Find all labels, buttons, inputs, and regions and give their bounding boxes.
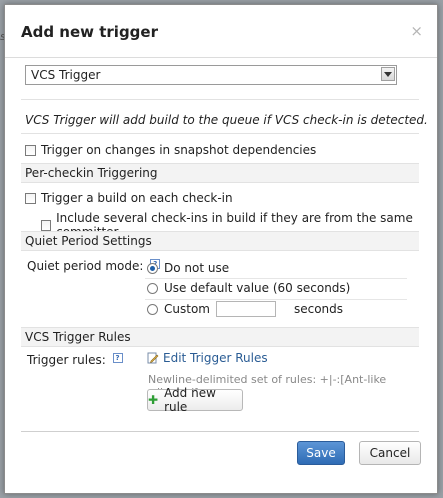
trigger-rules-label-group: Trigger rules: ? [27,353,123,367]
quiet-period-section-header: Quiet Period Settings [21,231,419,251]
dialog-title: Add new trigger [21,23,158,41]
default-radio[interactable] [147,282,158,294]
dialog-header: Add new trigger × [5,5,437,58]
edit-trigger-rules-link[interactable]: Edit Trigger Rules [147,351,268,365]
add-new-rule-label: Add new rule [164,386,216,414]
quiet-mode-label: Quiet period mode: [27,259,144,273]
custom-seconds-input[interactable] [215,301,276,317]
divider [21,99,419,100]
quiet-option-custom[interactable]: Custom seconds [147,301,343,317]
seconds-label: seconds [293,302,344,316]
custom-radio[interactable] [147,303,158,315]
trigger-rules-label: Trigger rules: [27,353,106,367]
snapshot-deps-row[interactable]: Trigger on changes in snapshot dependenc… [25,143,316,157]
rules-section-header: VCS Trigger Rules [21,327,419,347]
each-checkin-label: Trigger a build on each check-in [41,191,233,205]
divider [145,299,407,300]
trigger-description: VCS Trigger will add build to the queue … [25,113,428,127]
snapshot-deps-checkbox[interactable] [25,144,36,156]
trigger-type-selected: VCS Trigger [31,68,101,82]
each-checkin-row[interactable]: Trigger a build on each check-in [25,191,233,205]
snapshot-deps-label: Trigger on changes in snapshot dependenc… [41,143,317,157]
edit-trigger-rules-label: Edit Trigger Rules [163,351,268,365]
default-label: Use default value (60 seconds) [164,281,351,295]
edit-icon [147,352,159,364]
plus-icon: ✚ [148,393,159,407]
divider [21,431,419,432]
dropdown-arrow-icon[interactable] [381,67,395,81]
close-icon[interactable]: × [410,22,423,40]
include-several-checkbox[interactable] [41,219,52,231]
divider [145,278,407,279]
quiet-mode-label-group: Quiet period mode: ? [27,259,161,273]
divider [21,133,419,134]
trigger-type-select[interactable]: VCS Trigger [25,65,397,85]
cancel-button[interactable]: Cancel [359,441,421,465]
section-title: VCS Trigger Rules [25,330,131,344]
each-checkin-checkbox[interactable] [25,192,36,204]
custom-label: Custom [164,302,210,316]
add-trigger-dialog: Add new trigger × VCS Trigger VCS Trigge… [4,4,438,494]
save-button[interactable]: Save [297,441,345,465]
per-checkin-section-header: Per-checkin Triggering [21,163,419,183]
quiet-option-default[interactable]: Use default value (60 seconds) [147,281,350,295]
quiet-option-do-not-use[interactable]: Do not use [147,261,229,275]
add-new-rule-button[interactable]: ✚ Add new rule [147,386,243,414]
help-icon[interactable]: ? [112,353,123,363]
do-not-use-label: Do not use [164,261,230,275]
section-title: Per-checkin Triggering [25,166,158,180]
section-title: Quiet Period Settings [25,234,152,248]
do-not-use-radio[interactable] [147,262,158,274]
